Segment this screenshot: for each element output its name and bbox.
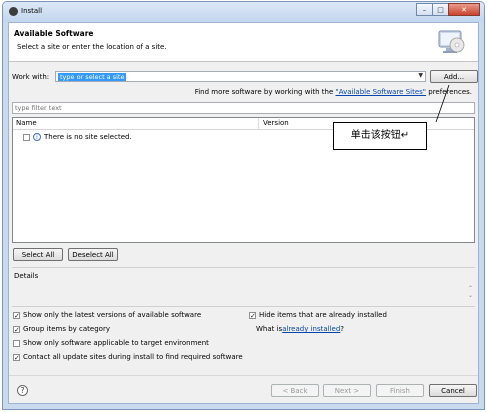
- checkbox-checked[interactable]: ✓: [249, 311, 256, 319]
- option-label: Hide items that are already installed: [259, 311, 387, 319]
- column-header-name[interactable]: Name: [16, 119, 37, 127]
- what-is-installed-text: What is already installed?: [256, 325, 344, 333]
- back-button[interactable]: < Back: [271, 384, 319, 397]
- window-controls: – □ ✕: [416, 3, 480, 17]
- footer-divider: [9, 375, 478, 376]
- what-is-suffix: ?: [340, 325, 345, 333]
- option-label: Contact all update sites during install …: [23, 353, 243, 361]
- finish-button[interactable]: Finish: [376, 384, 424, 397]
- find-more-prefix: Find more software by working with the: [194, 88, 336, 96]
- column-separator: [258, 118, 259, 129]
- maximize-button[interactable]: □: [432, 3, 449, 16]
- help-icon[interactable]: ?: [17, 385, 28, 396]
- work-with-input-text[interactable]: type or select a site: [58, 73, 127, 81]
- option-contact-update-sites[interactable]: ✓ Contact all update sites during install…: [13, 353, 243, 361]
- what-is-prefix: What is: [256, 325, 283, 333]
- minimize-button[interactable]: –: [416, 3, 433, 16]
- row-checkbox[interactable]: [23, 133, 30, 141]
- option-hide-installed[interactable]: ✓ Hide items that are already installed: [249, 311, 387, 319]
- annotation-callout: 单击该按钮↵: [333, 122, 427, 150]
- details-scroll-icon[interactable]: ⌃ ⌄: [468, 285, 473, 299]
- option-label: Show only the latest versions of availab…: [23, 311, 202, 319]
- add-site-button[interactable]: Add...: [430, 70, 478, 83]
- page-subtitle: Select a site or enter the location of a…: [17, 43, 167, 51]
- deselect-all-button[interactable]: Deselect All: [68, 248, 118, 261]
- eclipse-app-icon: [9, 7, 18, 16]
- table-row[interactable]: i There is no site selected.: [23, 132, 132, 142]
- option-latest-versions[interactable]: ✓ Show only the latest versions of availa…: [13, 311, 201, 319]
- option-label: Show only software applicable to target …: [23, 339, 209, 347]
- option-target-environment[interactable]: Show only software applicable to target …: [13, 339, 209, 347]
- checkbox-checked[interactable]: ✓: [13, 311, 20, 319]
- details-label: Details: [14, 272, 39, 280]
- install-window: Install – □ ✕ Available Software Select …: [2, 1, 485, 410]
- row-label: There is no site selected.: [44, 133, 132, 141]
- title-bar: Install – □ ✕: [3, 2, 484, 22]
- checkbox-unchecked[interactable]: [13, 339, 20, 347]
- info-icon: i: [33, 133, 41, 141]
- dialog-client-area: Available Software Select a site or ente…: [8, 22, 479, 404]
- work-with-label: Work with:: [12, 73, 50, 81]
- already-installed-link[interactable]: already installed: [282, 325, 340, 333]
- available-sites-link[interactable]: "Available Software Sites": [336, 88, 427, 96]
- checkbox-checked[interactable]: ✓: [13, 325, 20, 333]
- column-header-version[interactable]: Version: [263, 119, 289, 127]
- option-label: Group items by category: [23, 325, 110, 333]
- page-title: Available Software: [14, 29, 94, 38]
- window-title: Install: [21, 7, 43, 15]
- chevron-down-icon[interactable]: ▼: [418, 72, 423, 79]
- filter-input[interactable]: type filter text: [12, 102, 475, 114]
- find-more-suffix: preferences.: [426, 88, 472, 96]
- next-button[interactable]: Next >: [323, 384, 371, 397]
- select-all-button[interactable]: Select All: [13, 248, 63, 261]
- dialog-header: Available Software Select a site or ente…: [9, 23, 478, 62]
- checkbox-checked[interactable]: ✓: [13, 353, 20, 361]
- details-section: Details ⌃ ⌄: [12, 267, 475, 307]
- cancel-button[interactable]: Cancel: [429, 384, 477, 397]
- option-group-by-category[interactable]: ✓ Group items by category: [13, 325, 110, 333]
- monitor-cd-icon: [438, 30, 465, 53]
- dialog-body: Work with: type or select a site ▼ Add..…: [9, 62, 478, 403]
- close-button[interactable]: ✕: [448, 3, 480, 16]
- work-with-combo[interactable]: type or select a site ▼: [55, 71, 426, 82]
- find-more-text: Find more software by working with the "…: [195, 88, 472, 96]
